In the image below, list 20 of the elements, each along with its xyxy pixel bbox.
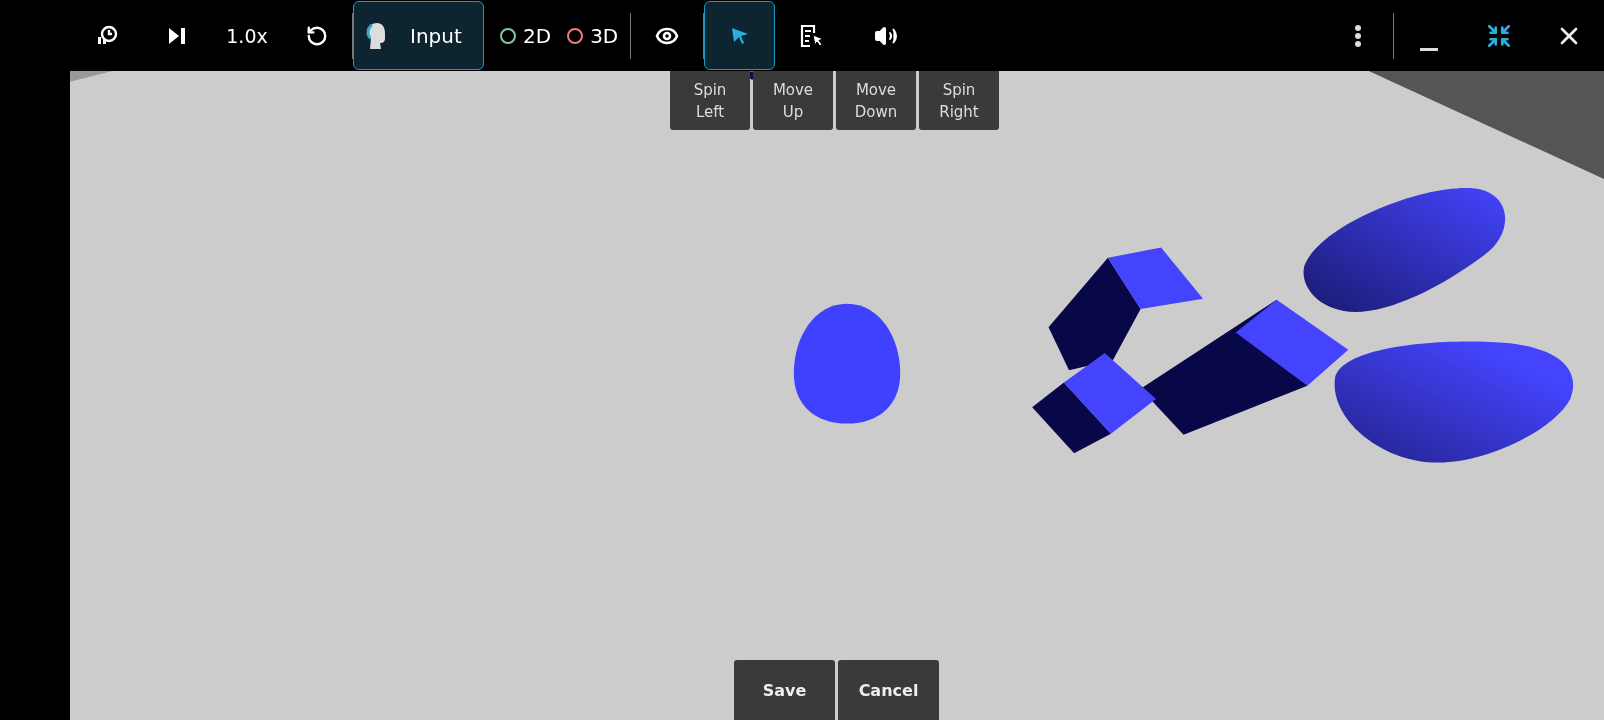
head-icon (366, 21, 388, 50)
camera-control-button[interactable]: Move Down (836, 71, 916, 130)
cancel-button[interactable]: Cancel (838, 660, 939, 720)
more-icon (1355, 24, 1361, 47)
undo-icon (306, 24, 328, 47)
camera-control-button[interactable]: Spin Right (919, 71, 999, 130)
camera-control-button[interactable]: Spin Left (670, 71, 750, 130)
camera-control-button[interactable]: Move Up (753, 71, 833, 130)
save-button[interactable]: Save (734, 660, 835, 720)
pointer-tool-button[interactable] (704, 1, 776, 70)
view-button[interactable]: 2D (492, 23, 560, 48)
minimize-icon (1420, 48, 1438, 51)
view-button[interactable]: 3D (559, 23, 627, 48)
exit-fullscreen-icon (1486, 22, 1512, 49)
skip-icon (167, 26, 187, 45)
floor-edge (70, 71, 113, 82)
form-select-icon (799, 22, 826, 49)
input-mode-button[interactable]: Input (353, 1, 484, 70)
pointer-icon (729, 25, 750, 46)
speed-label[interactable]: 1.0x (226, 24, 268, 47)
